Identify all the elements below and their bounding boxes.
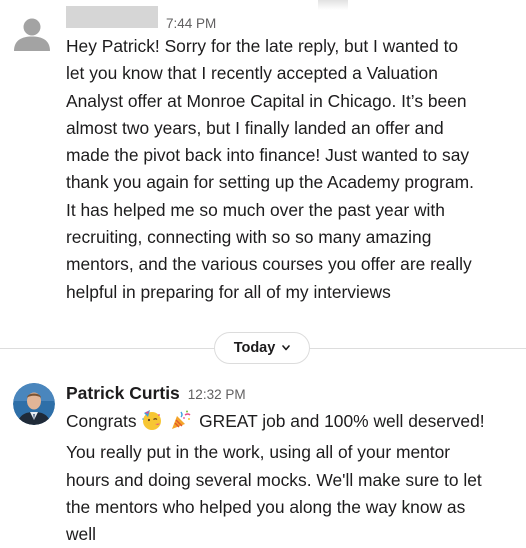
- message-line: Analyst offer at Monroe Capital in Chica…: [66, 90, 467, 111]
- message-line: hours and doing several mocks. We'll mak…: [66, 469, 482, 490]
- sender-name[interactable]: Patrick Curtis: [66, 383, 180, 404]
- scroll-shadow: [318, 0, 348, 10]
- message-line: made the pivot back into finance! Just w…: [66, 145, 470, 166]
- message-header: Patrick Curtis 12:32 PM: [66, 383, 246, 404]
- message-text-fragment: GREAT job and 100% well deserved!: [199, 411, 485, 431]
- user-silhouette-icon: [14, 18, 50, 51]
- party-popper-emoji: [170, 409, 192, 439]
- day-divider-button[interactable]: Today: [214, 332, 310, 364]
- message-header: 7:44 PM: [66, 6, 216, 31]
- message-line: almost two years, but I finally landed a…: [66, 117, 444, 138]
- message-line: recruiting, connecting with so so many a…: [66, 227, 432, 248]
- message-line: thank you again for setting up the Acade…: [66, 172, 474, 193]
- chevron-down-icon: [282, 343, 291, 354]
- patrick-curtis-avatar[interactable]: [13, 383, 55, 425]
- message-text: Hey Patrick! Sorry for the late reply, b…: [66, 33, 518, 306]
- message-line: well: [66, 524, 96, 545]
- message-line: Congrats GREAT job and 100% well deserve…: [66, 408, 518, 439]
- message-text-fragment: Congrats: [66, 411, 137, 431]
- message-line: Hey Patrick! Sorry for the late reply, b…: [66, 36, 459, 56]
- default-avatar[interactable]: [12, 13, 52, 53]
- message-line: the mentors who helped you along the way…: [66, 496, 466, 517]
- message-text: Congrats GREAT job and 100% well deserve…: [66, 408, 518, 548]
- message-line: let you know that I recently accepted a …: [66, 63, 438, 84]
- message-line: It has helped me so much over the past y…: [66, 199, 445, 220]
- message-timestamp[interactable]: 7:44 PM: [166, 16, 216, 31]
- redacted-sender-name: [66, 6, 158, 28]
- partying-face-emoji: [141, 409, 163, 439]
- day-divider-label: Today: [233, 340, 276, 356]
- message-timestamp[interactable]: 12:32 PM: [188, 387, 246, 402]
- message-line: mentors, and the various courses you off…: [66, 254, 472, 275]
- message-line: You really put in the work, using all of…: [66, 442, 451, 463]
- message-line: helpful in preparing for all of my inter…: [66, 281, 391, 302]
